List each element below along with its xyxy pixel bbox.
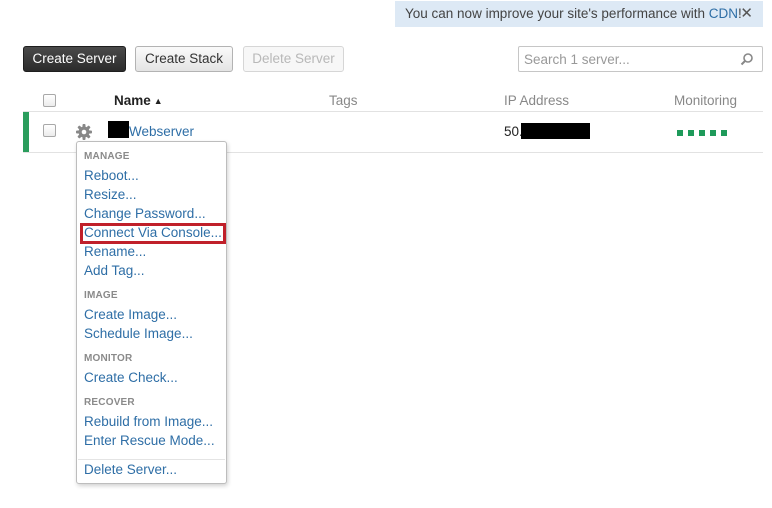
cdn-link[interactable]: CDN bbox=[709, 6, 738, 21]
sort-ascending-icon: ▲ bbox=[153, 96, 163, 106]
menu-item-rebuild-from-image[interactable]: Rebuild from Image... bbox=[84, 414, 213, 429]
ip-column-header: IP Address bbox=[504, 93, 570, 108]
notice-text: You can now improve your site's performa… bbox=[405, 6, 709, 21]
menu-item-create-image[interactable]: Create Image... bbox=[84, 307, 177, 322]
redacted-name-prefix bbox=[108, 121, 129, 138]
search-input[interactable] bbox=[519, 47, 729, 71]
create-server-button[interactable]: Create Server bbox=[23, 46, 126, 72]
monitoring-dot bbox=[677, 130, 683, 136]
ip-address-prefix: 50. bbox=[504, 124, 523, 139]
menu-item-enter-rescue-mode[interactable]: Enter Rescue Mode... bbox=[84, 433, 215, 448]
notice-banner: You can now improve your site's performa… bbox=[395, 1, 763, 27]
monitoring-status-indicator bbox=[677, 130, 727, 136]
name-column-header[interactable]: Name ▲ bbox=[114, 93, 163, 108]
search-box bbox=[518, 46, 763, 72]
redacted-ip bbox=[521, 123, 590, 139]
monitoring-dot bbox=[688, 130, 694, 136]
menu-item-add-tag[interactable]: Add Tag... bbox=[84, 263, 145, 278]
row-status-bar bbox=[23, 112, 29, 152]
menu-section-manage: MANAGE bbox=[84, 151, 130, 162]
tags-column-header: Tags bbox=[329, 93, 358, 108]
menu-item-resize[interactable]: Resize... bbox=[84, 187, 137, 202]
row-checkbox[interactable] bbox=[43, 124, 56, 137]
gear-icon[interactable] bbox=[75, 123, 93, 141]
menu-section-monitor: MONITOR bbox=[84, 353, 133, 364]
monitoring-column-header: Monitoring bbox=[674, 93, 738, 108]
menu-item-change-password[interactable]: Change Password... bbox=[84, 206, 206, 221]
monitoring-dot bbox=[699, 130, 705, 136]
menu-section-image: IMAGE bbox=[84, 290, 118, 301]
server-name-link[interactable]: Webserver bbox=[129, 124, 194, 139]
search-icon[interactable] bbox=[740, 52, 754, 66]
menu-item-schedule-image[interactable]: Schedule Image... bbox=[84, 326, 193, 341]
menu-item-rename[interactable]: Rename... bbox=[84, 244, 146, 259]
menu-section-recover: RECOVER bbox=[84, 397, 135, 408]
header-divider bbox=[23, 111, 763, 112]
menu-item-create-check[interactable]: Create Check... bbox=[84, 370, 178, 385]
close-icon[interactable]: ✕ bbox=[740, 1, 753, 27]
monitoring-dot bbox=[710, 130, 716, 136]
select-all-checkbox[interactable] bbox=[43, 94, 56, 107]
create-stack-button[interactable]: Create Stack bbox=[135, 46, 233, 72]
monitoring-dot bbox=[721, 130, 727, 136]
menu-item-reboot[interactable]: Reboot... bbox=[84, 168, 139, 183]
menu-divider bbox=[78, 459, 225, 460]
highlight-box bbox=[80, 223, 226, 244]
name-header-label: Name bbox=[114, 93, 151, 108]
menu-item-delete-server[interactable]: Delete Server... bbox=[84, 462, 177, 477]
server-actions-menu: MANAGE Reboot... Resize... Change Passwo… bbox=[76, 141, 227, 484]
delete-server-button: Delete Server bbox=[243, 46, 344, 72]
